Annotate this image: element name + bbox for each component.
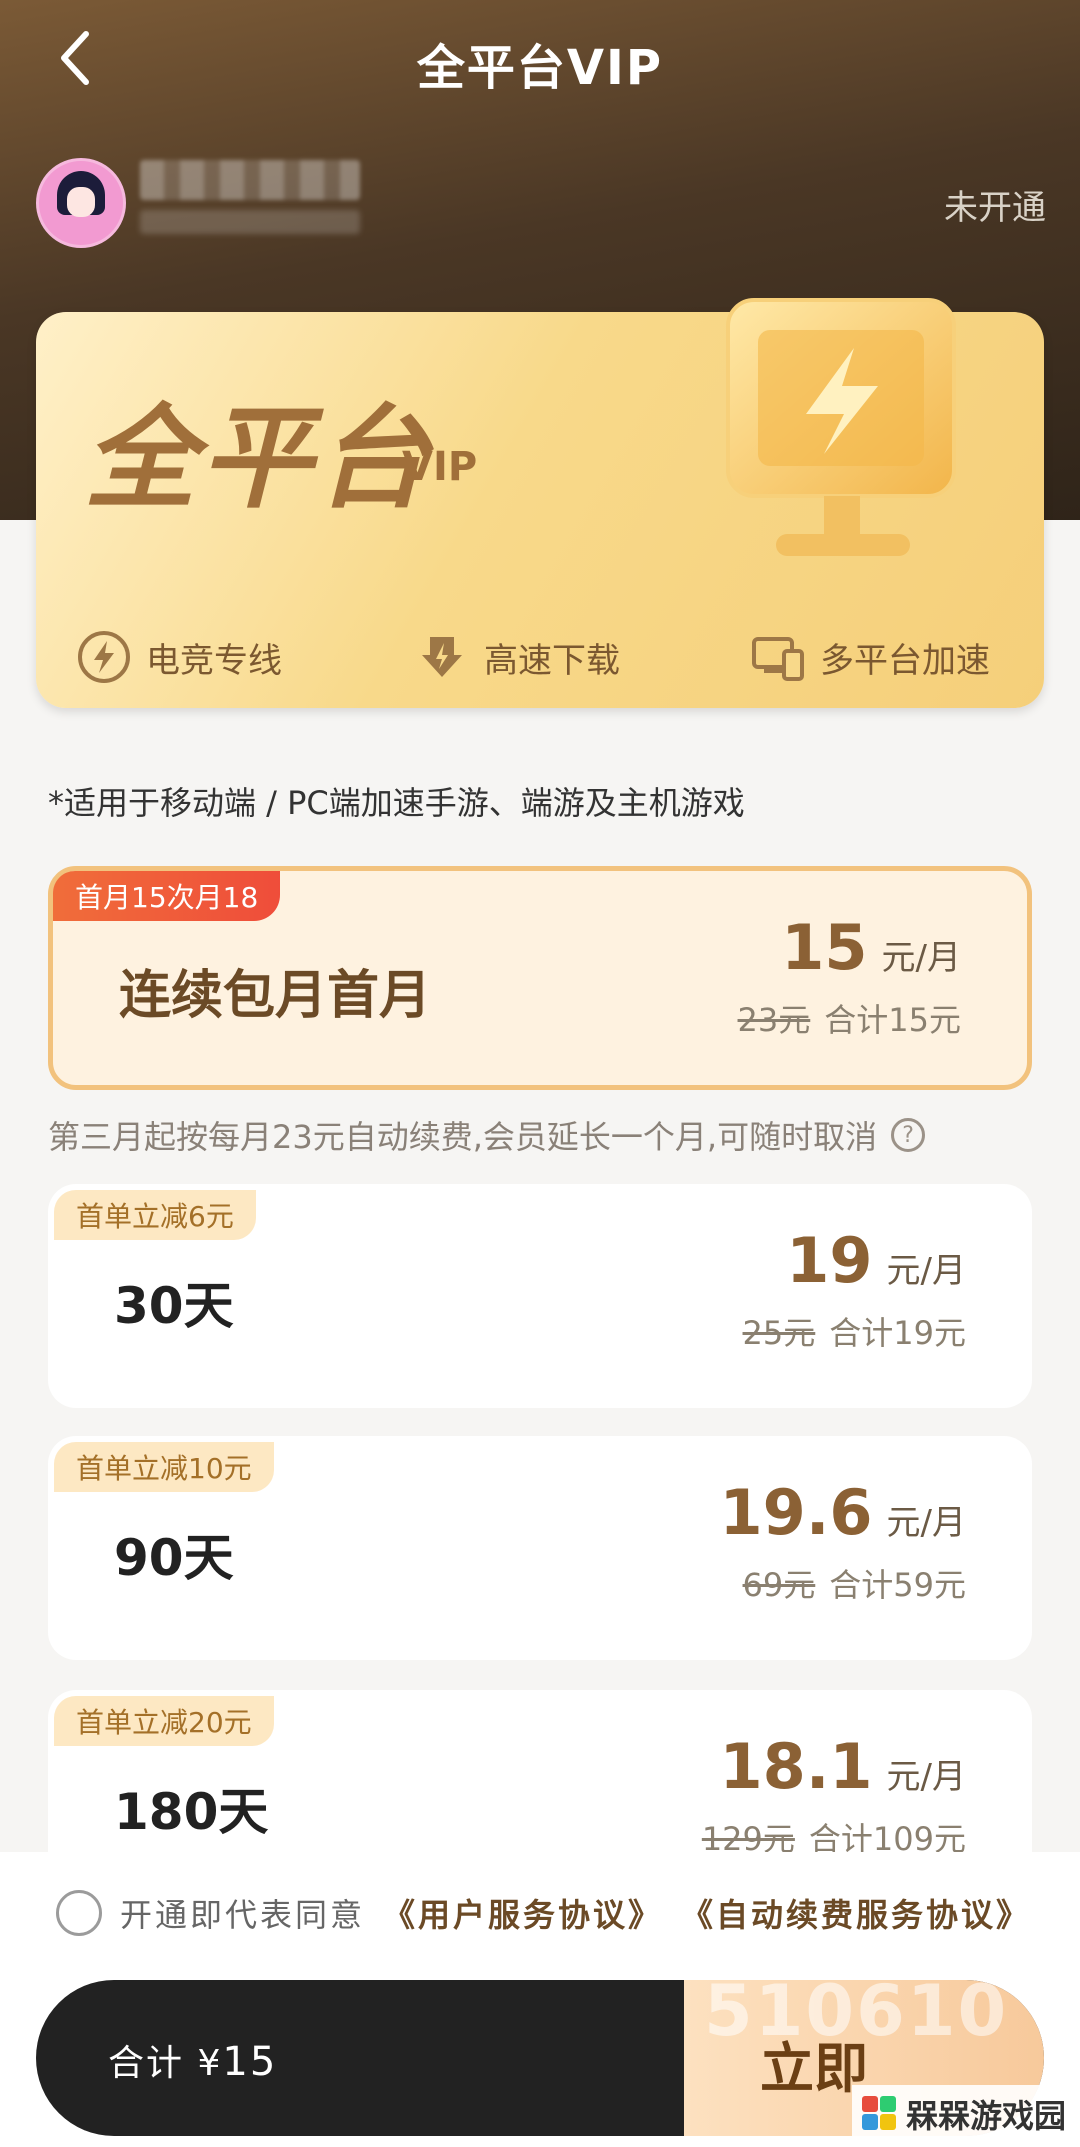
feature-download: 高速下载 — [414, 622, 620, 692]
plan-price: 19 元/月 — [786, 1224, 966, 1297]
total-price: 合计19元 — [829, 1314, 966, 1352]
download-icon — [414, 629, 470, 685]
user-id-blurred — [140, 210, 360, 234]
plan-price: 15 元/月 — [781, 911, 961, 984]
agreement-text: 开通即代表同意 — [120, 1896, 366, 1934]
plan-90-days[interactable]: 首单立减10元 90天 19.6 元/月 69元 合计59元 — [48, 1436, 1032, 1660]
multi-device-icon — [750, 629, 806, 685]
plan-badge: 首单立减6元 — [54, 1190, 256, 1240]
amount-value: 15 — [222, 2039, 278, 2085]
total-price: 合计15元 — [824, 1001, 961, 1039]
original-price: 25元 — [742, 1314, 816, 1352]
plan-total: 23元 合计15元 — [738, 995, 961, 1041]
plan-name: 30天 — [114, 1277, 234, 1335]
agreement-checkbox[interactable] — [56, 1890, 102, 1936]
vip-card-title: 全平台 — [84, 394, 432, 524]
price-value: 15 — [781, 911, 868, 984]
plan-badge: 首月15次月18 — [53, 871, 281, 921]
plan-badge: 首单立减20元 — [54, 1696, 274, 1746]
original-price: 69元 — [742, 1566, 816, 1604]
price-value: 18.1 — [719, 1730, 873, 1803]
feature-label: 电竞专线 — [146, 640, 282, 681]
lightning-icon — [76, 629, 132, 685]
plan-total: 25元 合计19元 — [743, 1308, 966, 1354]
price-unit: 元/月 — [886, 1503, 966, 1543]
feature-multi-platform: 多平台加速 — [750, 622, 990, 692]
price-unit: 元/月 — [881, 938, 961, 978]
page-title: 全平台VIP — [416, 40, 664, 96]
plan-30-days[interactable]: 首单立减6元 30天 19 元/月 25元 合计19元 — [48, 1184, 1032, 1408]
price-unit: 元/月 — [886, 1251, 966, 1291]
user-agreement-link[interactable]: 《用户服务协议》 — [383, 1890, 663, 1936]
auto-renew-note: 第三月起按每月23元自动续费,会员延长一个月,可随时取消 ? — [48, 1112, 926, 1158]
total-label: 合计 — [108, 2043, 185, 2084]
vip-status-label: 未开通 — [944, 188, 1046, 228]
checkout-panel: 开通即代表同意 《用户服务协议》 《自动续费服务协议》 合计 ¥15 51061… — [0, 1852, 1080, 2147]
watermark-logo-icon — [861, 2096, 898, 2132]
plan-price: 19.6 元/月 — [720, 1476, 966, 1549]
renew-note-text: 第三月起按每月23元自动续费,会员延长一个月,可随时取消 — [48, 1118, 878, 1156]
total-price: 合计59元 — [829, 1566, 966, 1604]
plan-name: 连续包月首月 — [119, 966, 432, 1026]
original-price: 23元 — [737, 1001, 811, 1039]
plan-total: 69元 合计59元 — [743, 1560, 966, 1606]
price-unit: 元/月 — [886, 1757, 966, 1797]
username-blurred — [140, 160, 360, 200]
help-icon[interactable]: ? — [891, 1118, 926, 1152]
site-watermark: 槑槑游戏园 — [851, 2085, 1076, 2143]
feature-esports: 电竞专线 — [76, 622, 282, 692]
top-bar: 全平台VIP — [0, 0, 1080, 120]
plan-badge: 首单立减10元 — [54, 1442, 274, 1492]
total-amount: 合计 ¥15 — [108, 2034, 277, 2086]
feature-label: 高速下载 — [484, 640, 620, 681]
auto-renew-agreement-link[interactable]: 《自动续费服务协议》 — [681, 1890, 1031, 1936]
plan-price: 18.1 元/月 — [720, 1730, 966, 1803]
vip-card-subtitle: VIP — [402, 444, 478, 490]
feature-label: 多平台加速 — [820, 640, 990, 681]
avatar[interactable] — [36, 158, 126, 248]
plan-monthly-auto[interactable]: 首月15次月18 连续包月首月 15 元/月 23元 合计15元 — [48, 866, 1032, 1090]
plan-name: 90天 — [114, 1529, 234, 1587]
agreement-row: 开通即代表同意 《用户服务协议》 《自动续费服务协议》 — [56, 1890, 1031, 1936]
platform-note: *适用于移动端 / PC端加速手游、端游及主机游戏 — [48, 784, 745, 822]
watermark-text: 槑槑游戏园 — [905, 2097, 1066, 2135]
vip-card: 全平台 VIP 电竞专线 高速下载 多平台加速 — [36, 298, 1044, 708]
monitor-lightning-icon — [726, 298, 956, 556]
plan-name: 180天 — [114, 1783, 269, 1841]
currency-symbol: ¥ — [197, 2043, 223, 2084]
price-value: 19 — [786, 1224, 873, 1297]
price-value: 19.6 — [719, 1476, 873, 1549]
